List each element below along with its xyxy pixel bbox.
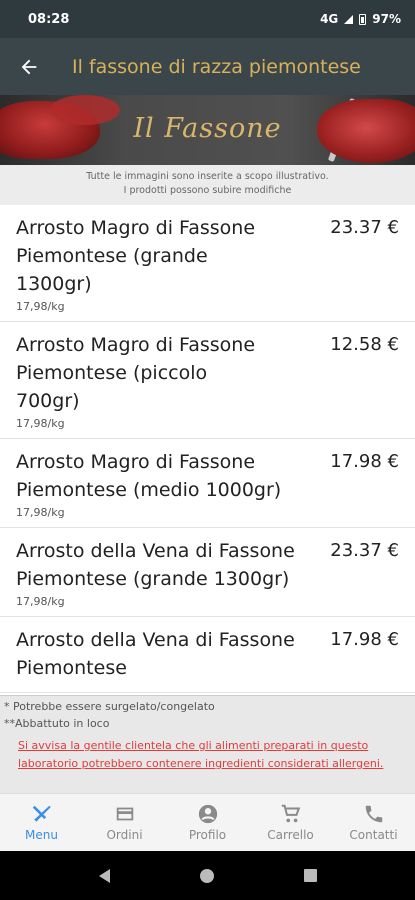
product-price-per-kg: 17,98/kg <box>16 595 65 608</box>
product-name: Arrosto della Vena di Fassone Piemontese <box>16 629 295 679</box>
product-price: 17.98 € <box>330 451 399 472</box>
product-price: 23.37 € <box>330 217 399 238</box>
product-name: Arrosto Magro di Fassone Piemontese (pic… <box>16 334 256 412</box>
frozen-note: * Potrebbe essere surgelato/congelato <box>4 700 215 713</box>
allergen-warning: Si avvisa la gentile clientela che gli a… <box>18 739 384 770</box>
product-item[interactable]: Arrosto della Vena di Fassone Piemontese… <box>0 617 415 693</box>
cart-icon <box>281 804 300 823</box>
product-item[interactable]: Arrosto Magro di Fassone Piemontese (gra… <box>0 205 415 322</box>
product-item[interactable]: Arrosto Magro di Fassone Piemontese (pic… <box>0 322 415 439</box>
status-icons: 4G 97% <box>320 12 401 26</box>
product-price: 17.98 € <box>330 629 399 650</box>
app-bar: Il fassone di razza piemontese <box>0 38 415 95</box>
product-name: Arrosto Magro di Fassone Piemontese (med… <box>16 451 282 501</box>
network-label: 4G <box>320 12 339 26</box>
blast-chilled-note: **Abbattuto in loco <box>4 717 110 730</box>
product-price-per-kg: 17,98/kg <box>16 506 65 519</box>
fork-knife-icon <box>32 805 51 822</box>
nav-menu-label: Menu <box>25 828 58 842</box>
product-item[interactable]: Arrosto della Vena di Fassone Piemontese… <box>0 528 415 617</box>
nav-ordini-label: Ordini <box>106 828 143 842</box>
card-icon <box>116 807 133 821</box>
category-banner: Il Fassone <box>0 95 415 165</box>
product-price-per-kg: 17,98/kg <box>16 300 65 313</box>
battery-icon <box>359 13 367 25</box>
product-name: Arrosto Magro di Fassone Piemontese (gra… <box>16 217 256 295</box>
product-price: 23.37 € <box>330 540 399 561</box>
product-item[interactable]: Arrosto Magro di Fassone Piemontese (med… <box>0 439 415 528</box>
nav-contatti-label: Contatti <box>349 828 398 842</box>
nav-contatti[interactable]: Contatti <box>332 794 415 851</box>
nav-menu[interactable]: Menu <box>0 794 83 851</box>
product-list[interactable]: Arrosto Magro di Fassone Piemontese (gra… <box>0 205 415 695</box>
notice: Tutte le immagini sono inserite a scopo … <box>0 165 415 205</box>
signal-icon <box>344 14 354 24</box>
status-time: 08:28 <box>28 11 70 27</box>
product-name: Arrosto della Vena di Fassone Piemontese… <box>16 540 295 590</box>
nav-profilo-label: Profilo <box>188 828 227 842</box>
footnotes: * Potrebbe essere surgelato/congelato **… <box>0 695 415 793</box>
bottom-navigation: Menu Ordini Profilo Carrello Contatti <box>0 793 415 851</box>
product-price: 12.58 € <box>330 334 399 355</box>
battery-percent: 97% <box>372 12 401 26</box>
back-button[interactable] <box>0 38 58 95</box>
notice-line-2: I prodotti possono subire modifiche <box>123 185 292 196</box>
banner-title: Il Fassone <box>133 113 282 144</box>
nav-carrello[interactable]: Carrello <box>249 794 332 851</box>
arrow-left-icon <box>21 59 37 74</box>
status-bar: 08:28 4G 97% <box>0 0 415 38</box>
nav-profilo[interactable]: Profilo <box>166 794 249 851</box>
notice-line-1: Tutte le immagini sono inserite a scopo … <box>86 171 329 182</box>
system-home-icon[interactable] <box>199 868 214 883</box>
system-recents-icon[interactable] <box>303 869 317 882</box>
user-icon <box>198 804 217 824</box>
nav-carrello-label: Carrello <box>267 828 314 842</box>
system-navigation-bar <box>0 851 415 900</box>
nav-ordini[interactable]: Ordini <box>83 794 166 851</box>
phone-icon <box>365 805 382 823</box>
system-back-icon[interactable] <box>98 868 110 883</box>
product-price-per-kg: 17,98/kg <box>16 417 65 430</box>
page-title: Il fassone di razza piemontese <box>72 55 361 78</box>
